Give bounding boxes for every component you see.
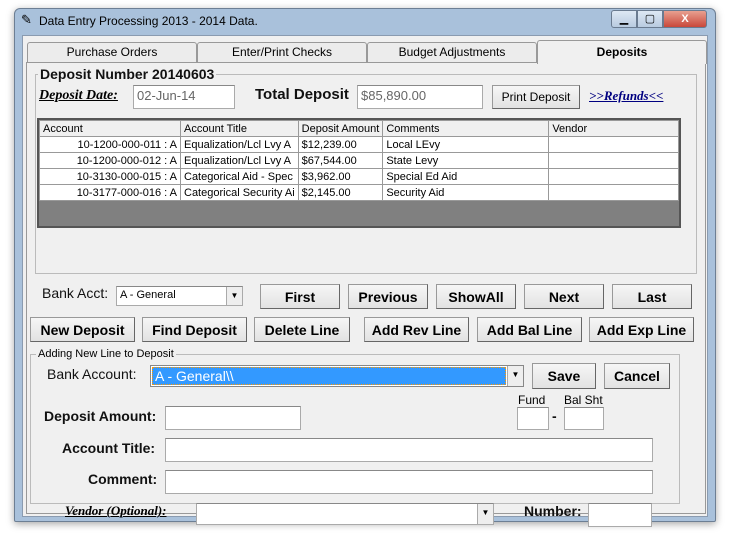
delete-line-button[interactable]: Delete Line [254, 317, 350, 342]
add-rev-line-button[interactable]: Add Rev Line [364, 317, 469, 342]
bank-acct-value: A - General [120, 289, 176, 301]
table-cell[interactable]: 10-3177-000-016 : A [39, 184, 181, 201]
col-vendor[interactable]: Vendor [548, 120, 679, 137]
table-cell[interactable]: Categorical Security Ai [180, 184, 299, 201]
bank-account-label[interactable]: Bank Account: [47, 366, 137, 382]
table-cell[interactable] [548, 152, 679, 169]
tab-deposits[interactable]: Deposits [537, 40, 707, 64]
add-bal-line-button[interactable]: Add Bal Line [477, 317, 582, 342]
chevron-down-icon[interactable]: ▼ [477, 504, 493, 524]
account-title-field[interactable] [165, 438, 653, 462]
table-cell[interactable]: Local LEvy [382, 136, 550, 153]
table-cell[interactable]: $3,962.00 [297, 168, 384, 185]
fund-field[interactable] [517, 407, 549, 430]
table-cell[interactable]: Equalization/Lcl Lvy A [180, 152, 299, 169]
total-deposit-label: Total Deposit [255, 86, 349, 103]
close-button[interactable]: X [663, 10, 707, 28]
first-button[interactable]: First [260, 284, 340, 309]
comment-label: Comment: [88, 471, 158, 487]
col-account[interactable]: Account [39, 120, 181, 137]
showall-button[interactable]: ShowAll [436, 284, 516, 309]
fund-label: Fund [518, 393, 546, 407]
vendor-label[interactable]: Vendor (Optional): [65, 503, 166, 519]
table-row[interactable]: 10-1200-000-011 : A Equalization/Lcl Lvy … [39, 136, 679, 153]
table-cell[interactable]: $12,239.00 [297, 136, 384, 153]
table-cell[interactable]: $67,544.00 [297, 152, 384, 169]
deposit-amount-field[interactable] [165, 406, 301, 430]
bank-acct-label: Bank Acct: [42, 285, 109, 301]
bank-account-dropdown[interactable]: A - General\\ ▼ [150, 365, 524, 387]
chevron-down-icon[interactable]: ▼ [507, 366, 523, 386]
fund-dash: - [552, 408, 557, 424]
table-cell[interactable]: 10-1200-000-012 : A [39, 152, 181, 169]
account-title-label: Account Title: [62, 440, 156, 456]
table-cell[interactable]: Equalization/Lcl Lvy A [180, 136, 299, 153]
print-deposit-button[interactable]: Print Deposit [492, 85, 580, 109]
tab-enter-print-checks[interactable]: Enter/Print Checks [197, 42, 367, 62]
tab-purchase-orders[interactable]: Purchase Orders [27, 42, 197, 62]
maximize-button[interactable]: ▢ [637, 10, 663, 28]
vendor-dropdown[interactable]: ▼ [196, 503, 494, 525]
save-button[interactable]: Save [532, 363, 596, 389]
deposit-date-label: Deposit Date: [39, 88, 118, 103]
comment-field[interactable] [165, 470, 653, 494]
refunds-link[interactable]: >>Refunds<< [589, 88, 663, 104]
col-account-title[interactable]: Account Title [180, 120, 299, 137]
table-cell[interactable]: 10-3130-000-015 : A [39, 168, 181, 185]
clipboard-icon: ✎ [21, 12, 32, 27]
title-bar[interactable]: ✎ Data Entry Processing 2013 - 2014 Data… [15, 9, 715, 33]
app-window: ✎ Data Entry Processing 2013 - 2014 Data… [14, 8, 716, 527]
find-deposit-button[interactable]: Find Deposit [142, 317, 247, 342]
table-cell[interactable] [548, 136, 679, 153]
table-row[interactable]: 10-3130-000-015 : A Categorical Aid - Spe… [39, 168, 679, 185]
table-cell[interactable] [548, 184, 679, 201]
total-deposit-field[interactable]: $85,890.00 [357, 85, 483, 109]
number-label: Number: [524, 503, 582, 519]
new-deposit-button[interactable]: New Deposit [30, 317, 135, 342]
deposit-number-label: Deposit Number 20140603 [38, 66, 217, 82]
table-cell[interactable]: 10-1200-000-011 : A [39, 136, 181, 153]
bal-sht-field[interactable] [564, 407, 604, 430]
add-exp-line-button[interactable]: Add Exp Line [589, 317, 694, 342]
col-deposit-amount[interactable]: Deposit Amount [297, 120, 384, 137]
last-button[interactable]: Last [612, 284, 692, 309]
chevron-down-icon[interactable]: ▼ [226, 287, 242, 305]
table-row[interactable]: 10-1200-000-012 : A Equalization/Lcl Lvy … [39, 152, 679, 169]
table-cell[interactable]: $2,145.00 [297, 184, 384, 201]
previous-button[interactable]: Previous [348, 284, 428, 309]
bal-sht-label: Bal Sht [564, 393, 603, 407]
minimize-button[interactable]: ▁ [611, 10, 637, 28]
deposit-amount-label: Deposit Amount: [44, 408, 157, 424]
table-cell[interactable]: Security Aid [382, 184, 550, 201]
number-field[interactable] [588, 503, 652, 527]
table-cell[interactable]: Categorical Aid - Spec [180, 168, 299, 185]
client-area: Purchase Orders Enter/Print Checks Budge… [22, 35, 708, 527]
deposits-panel: Deposit Number 20140603 Deposit Date: 02… [26, 62, 706, 527]
table-cell[interactable] [548, 168, 679, 185]
new-line-group-label: Adding New Line to Deposit [36, 348, 176, 360]
col-comments[interactable]: Comments [382, 120, 550, 137]
table-row[interactable]: 10-3177-000-016 : A Categorical Security … [39, 184, 679, 201]
deposit-date-field[interactable]: 02-Jun-14 [133, 85, 235, 109]
window-title: Data Entry Processing 2013 - 2014 Data. [39, 14, 258, 28]
table-cell[interactable]: Special Ed Aid [382, 168, 550, 185]
cancel-button[interactable]: Cancel [604, 363, 670, 389]
tab-budget-adjustments[interactable]: Budget Adjustments [367, 42, 537, 62]
bank-acct-dropdown[interactable]: A - General ▼ [116, 286, 243, 306]
bank-account-value: A - General\\ [152, 367, 506, 385]
next-button[interactable]: Next [524, 284, 604, 309]
table-cell[interactable]: State Levy [382, 152, 550, 169]
deposit-grid[interactable]: Account Account Title Deposit Amount Com… [37, 118, 681, 228]
